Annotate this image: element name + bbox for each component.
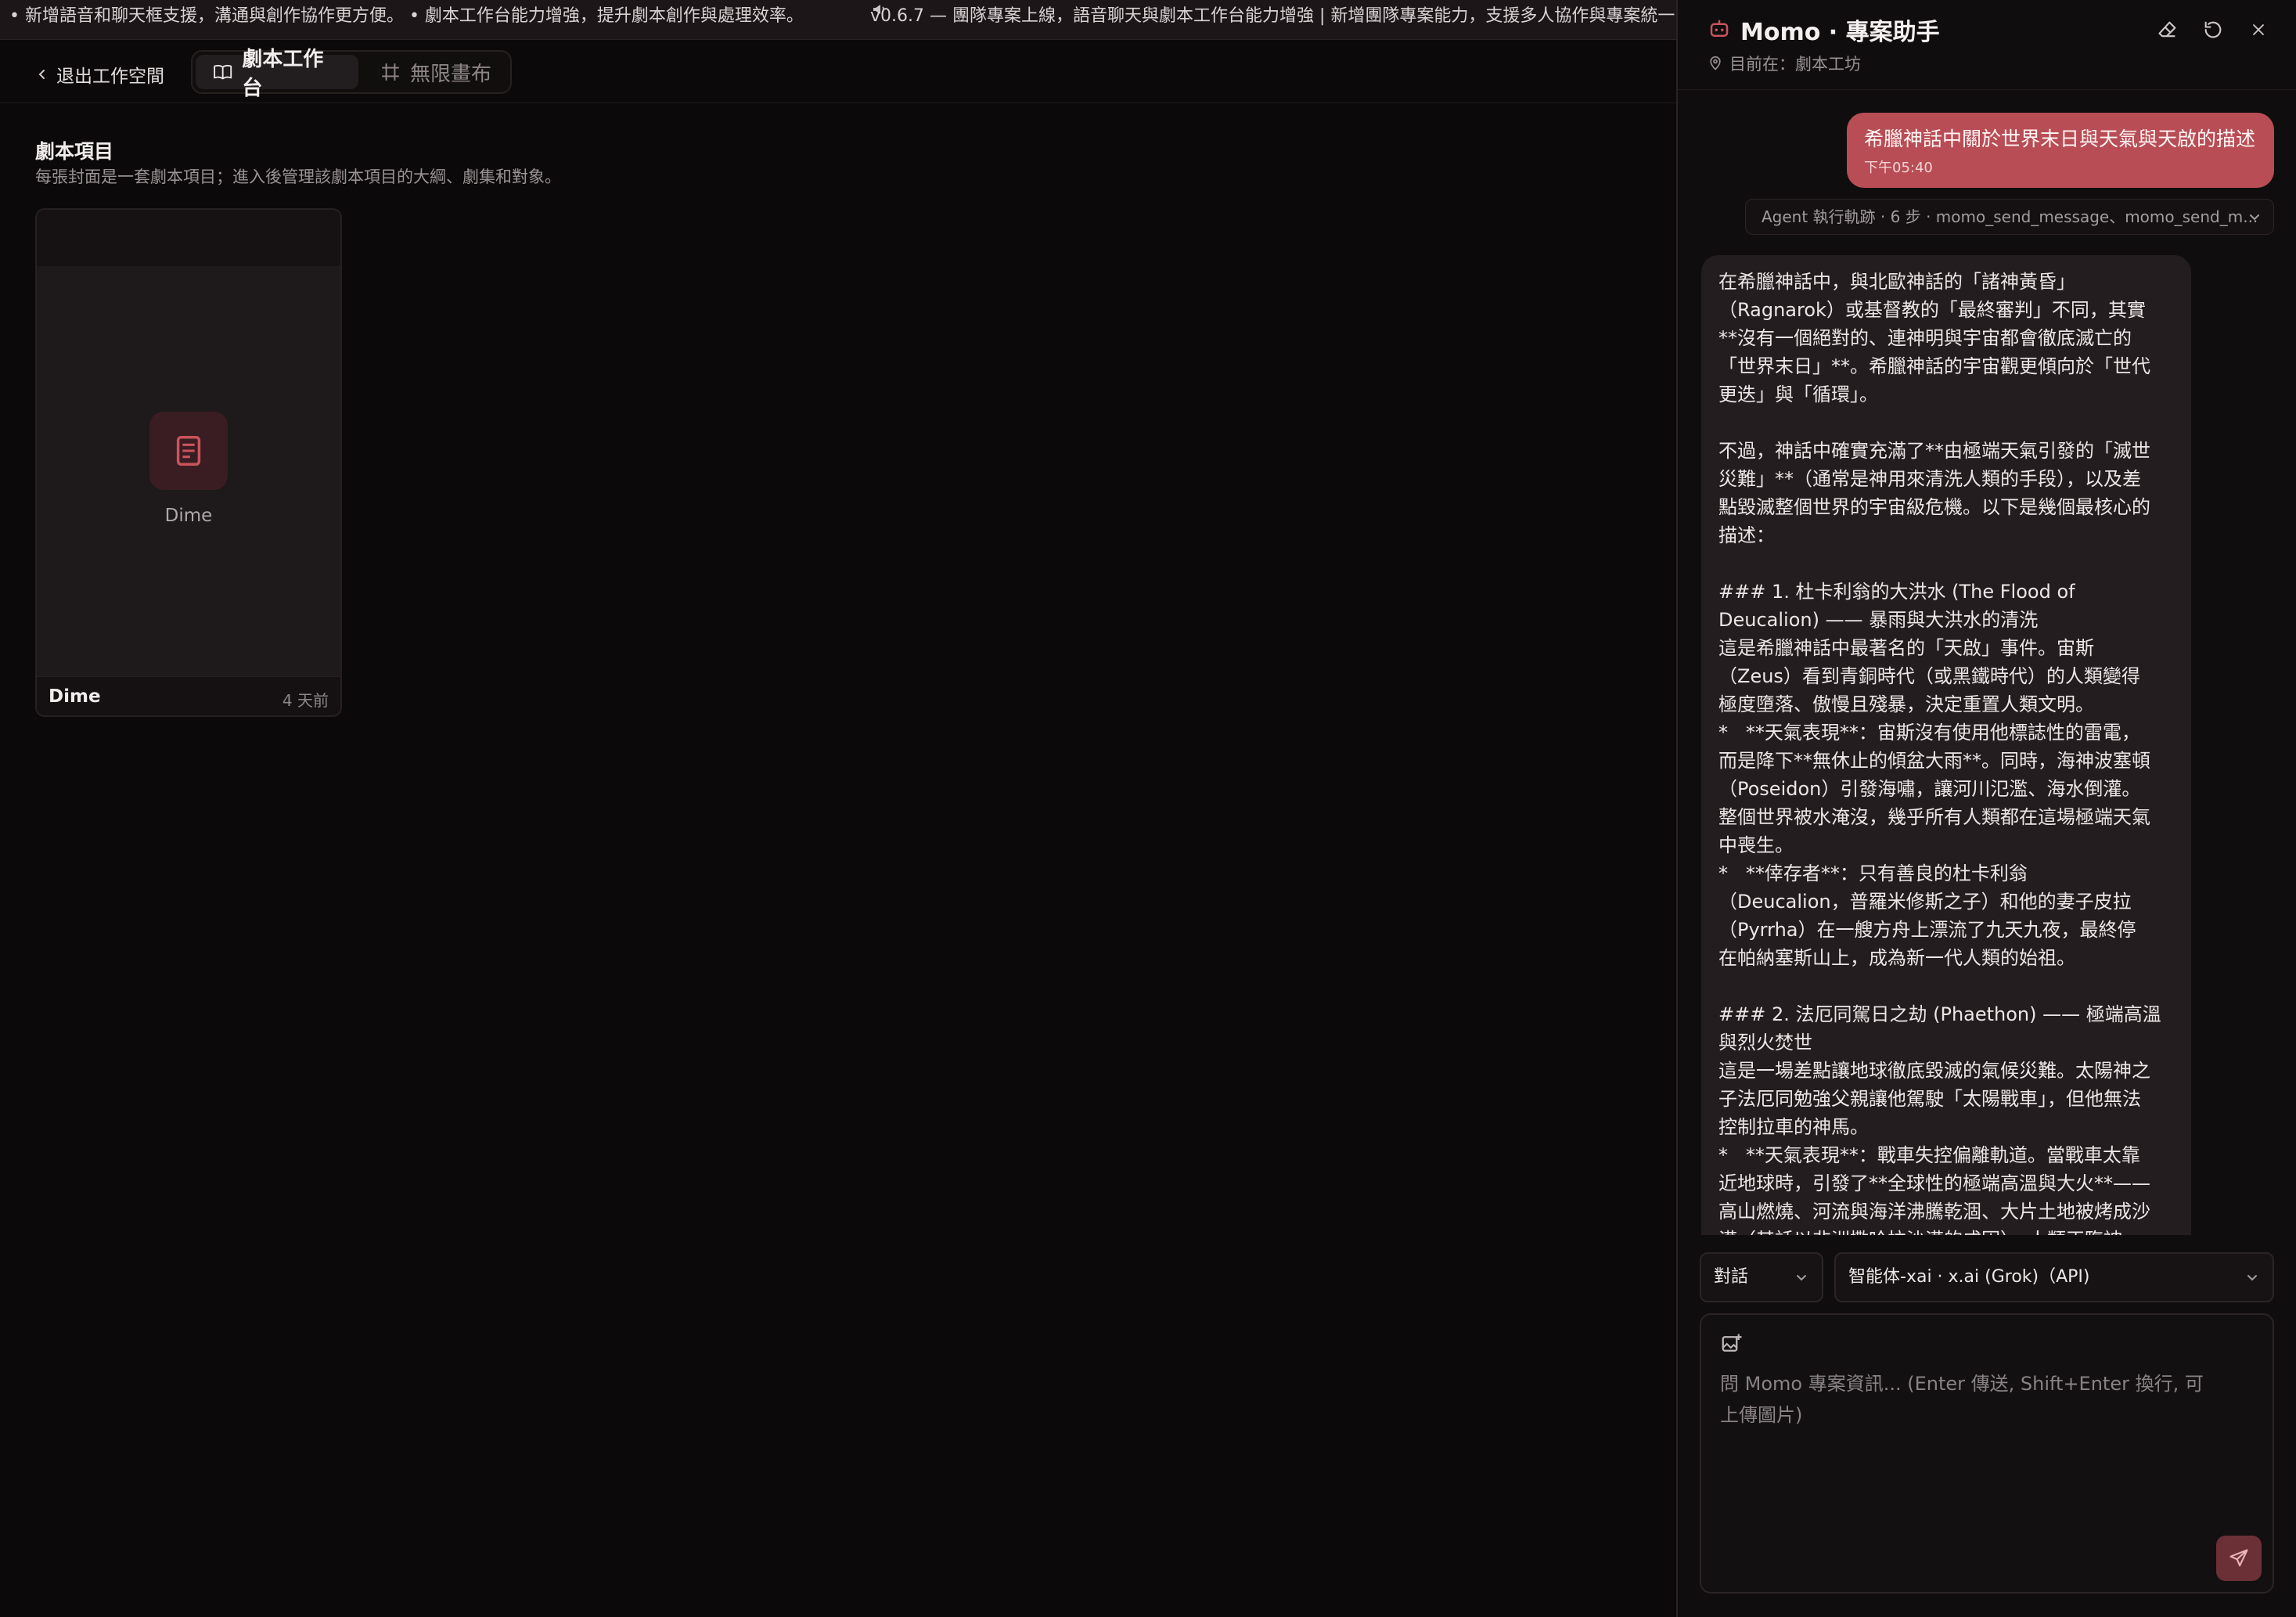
image-plus-icon: [1722, 1334, 1742, 1352]
model-select-value: 智能体-xai · x.ai (Grok)（API): [1848, 1267, 2090, 1287]
user-message-time: 下午05:40: [1864, 160, 1933, 176]
card-updated-time: 4 天前: [282, 691, 329, 710]
chevron-down-icon: [2247, 1275, 2257, 1281]
assistant-location-text: 目前在：劇本工坊: [1729, 55, 1861, 74]
message-input[interactable]: [1718, 1367, 2207, 1558]
assistant-actions: [2155, 17, 2271, 42]
workspace: • 新增語音和聊天框支援，溝通與創作協作更方便。 • 劇本工作台能力增強，提升劇…: [0, 0, 1676, 1617]
card-header-strip: [37, 210, 340, 266]
frame-icon: [382, 63, 399, 81]
robot-icon: [1710, 20, 1729, 37]
tab-infinite-canvas[interactable]: 無限畫布: [363, 55, 509, 89]
assistant-title: Momo · 專案助手: [1740, 19, 1940, 46]
eraser-icon: [2158, 21, 2176, 38]
agent-trace-label: Agent 執行軌跡 · 6 步 · momo_send_message、mom…: [1762, 207, 2258, 226]
chevron-down-icon: [2250, 214, 2259, 221]
assistant-panel: Momo · 專案助手 目前在：劇本工坊 希臘神話中關於世界末日與天氣與天啟的描…: [1676, 0, 2296, 1617]
tab-infinite-canvas-label: 無限畫布: [410, 62, 492, 86]
send-button[interactable]: [2216, 1536, 2262, 1581]
refresh-icon: [2204, 21, 2222, 38]
card-project-name: Dime: [49, 686, 101, 707]
card-footer: Dime 4 天前: [37, 676, 340, 715]
reset-chat-button[interactable]: [2201, 17, 2226, 42]
workspace-tabs: 劇本工作台 無限畫布: [191, 48, 512, 100]
assistant-message: 在希臘神話中，與北歐神話的「諸神黃昏」 （Ragnarok）或基督教的「最終審判…: [1701, 255, 2191, 1235]
projects-subtitle: 每張封面是一套劇本項目；進入後管理該劇本項目的大綱、劇集和對象。: [35, 167, 561, 186]
tab-script-workbench[interactable]: 劇本工作台: [196, 48, 358, 100]
assistant-message-text: 在希臘神話中，與北歐神話的「諸神黃昏」 （Ragnarok）或基督教的「最終審判…: [1718, 271, 2161, 1235]
message-composer: [1700, 1313, 2274, 1594]
close-icon: [2253, 24, 2264, 35]
project-card[interactable]: Dime Dime 4 天前: [35, 208, 342, 717]
mode-select[interactable]: 對話: [1700, 1252, 1823, 1302]
tab-script-workbench-label: 劇本工作台: [242, 48, 324, 100]
close-panel-button[interactable]: [2246, 17, 2271, 42]
ticker-text-right: v0.6.7 — 團隊專案上線，語音聊天與劇本工作台能力增強 | 新增團隊專案能…: [870, 6, 1675, 26]
image-upload-button[interactable]: [1720, 1332, 1745, 1357]
chevron-down-icon: [1797, 1275, 1806, 1281]
announcement-ticker: • 新增語音和聊天框支援，溝通與創作協作更方便。 • 劇本工作台能力增強，提升劇…: [0, 0, 1676, 40]
card-cover-name: Dime: [164, 506, 213, 526]
agent-trace-toggle[interactable]: Agent 執行軌跡 · 6 步 · momo_send_message、mom…: [1745, 199, 2274, 235]
assistant-location: 目前在：劇本工坊: [1708, 52, 1861, 75]
exit-workspace-label: 退出工作空間: [56, 67, 164, 87]
model-select[interactable]: 智能体-xai · x.ai (Grok)（API): [1834, 1252, 2274, 1302]
clear-chat-button[interactable]: [2155, 17, 2180, 42]
book-open-icon: [214, 64, 232, 80]
chevron-left-icon: [38, 70, 45, 79]
user-message-text: 希臘神話中關於世界末日與天氣與天啟的描述: [1864, 128, 2256, 150]
book-icon: [176, 436, 201, 466]
location-pin-icon: [1710, 56, 1721, 70]
send-icon: [2229, 1549, 2248, 1567]
card-cover-icon-box: [149, 412, 228, 490]
user-message: 希臘神話中關於世界末日與天氣與天啟的描述 下午05:40: [1847, 113, 2274, 188]
projects-title: 劇本項目: [35, 140, 114, 163]
ticker-text-right-wrap: v0.6.7 — 團隊專案上線，語音聊天與劇本工作台能力增強 | 新增團隊專案能…: [870, 0, 1675, 26]
workspace-nav: 退出工作空間 劇本工作台 無限畫布: [0, 40, 1676, 103]
mode-select-value: 對話: [1714, 1267, 1749, 1287]
exit-workspace-button[interactable]: 退出工作空間: [36, 57, 164, 92]
ticker-text-left: • 新增語音和聊天框支援，溝通與創作協作更方便。 • 劇本工作台能力增強，提升劇…: [9, 6, 804, 26]
assistant-header: Momo · 專案助手 目前在：劇本工坊: [1678, 0, 2296, 90]
